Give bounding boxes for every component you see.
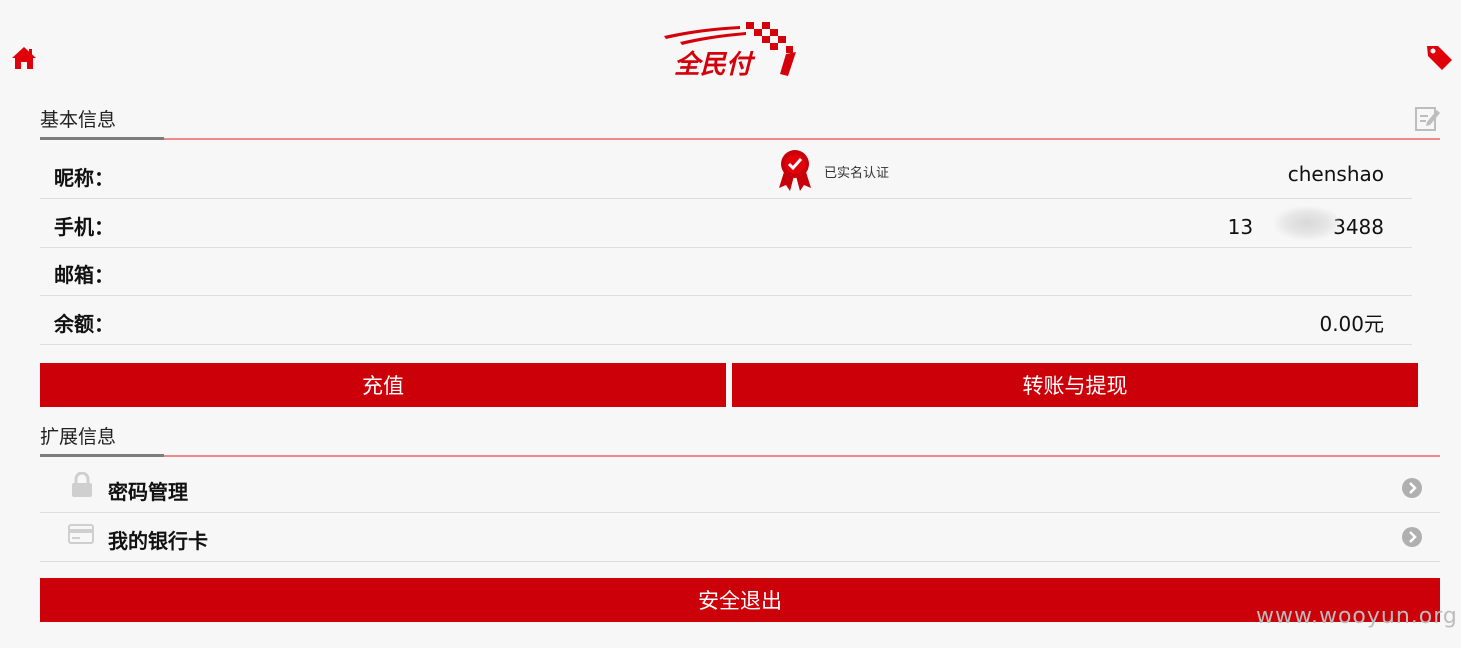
nickname-label: 昵称： [54,166,114,190]
section-divider [164,138,1440,140]
bank-cards-label: 我的银行卡 [108,529,208,553]
chevron-right-icon [1402,478,1422,498]
transfer-withdraw-button[interactable]: 转账与提现 [732,363,1418,407]
list-item-password-management[interactable]: 密码管理 [40,464,1440,513]
basic-info-title: 基本信息 [40,109,117,131]
home-icon[interactable] [10,44,38,72]
lock-icon [70,471,94,502]
info-row-email: 邮箱： [40,247,1412,296]
brand-logo: 全民付 [660,18,805,82]
verified-status-text: 已实名认证 [824,166,890,181]
card-icon [68,524,94,548]
email-label: 邮箱： [54,263,114,287]
section-divider-accent [40,137,164,140]
list-item-bank-cards[interactable]: 我的银行卡 [40,513,1440,562]
info-row-phone: 手机： 13 3488 [40,199,1412,248]
section-divider [164,455,1440,457]
nickname-value: chenshao [1287,162,1384,186]
watermark-text: www.wooyun.org [1256,604,1458,629]
verified-badge-icon [776,148,814,192]
password-management-label: 密码管理 [108,480,188,504]
info-row-balance: 余额： 0.00元 [40,296,1412,345]
phone-redaction-blur [1274,206,1340,240]
chevron-right-icon [1402,527,1422,547]
recharge-button[interactable]: 充值 [40,363,726,407]
balance-value: 0.00元 [1319,312,1384,336]
logo-text: 全民付 [674,50,756,80]
balance-label: 余额： [54,312,114,336]
phone-label: 手机： [54,215,114,239]
info-row-nickname: 昵称： chenshao [40,150,1412,199]
tag-icon[interactable] [1424,42,1454,72]
edit-icon[interactable] [1413,104,1441,132]
logout-button[interactable]: 安全退出 [40,578,1440,622]
section-divider-accent [40,454,164,457]
extended-info-title: 扩展信息 [40,426,117,448]
